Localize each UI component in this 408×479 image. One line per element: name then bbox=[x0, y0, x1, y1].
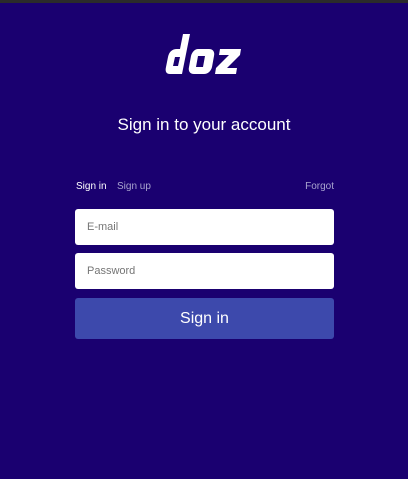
window-top-edge bbox=[0, 0, 408, 3]
password-field[interactable] bbox=[75, 253, 334, 289]
doz-logo-icon bbox=[165, 34, 241, 74]
page-heading: Sign in to your account bbox=[117, 115, 291, 134]
auth-tabs: Sign in Sign up Forgot bbox=[76, 181, 334, 195]
brand-logo bbox=[0, 34, 408, 84]
tab-sign-up[interactable]: Sign up bbox=[117, 181, 151, 193]
tab-sign-in[interactable]: Sign in bbox=[76, 181, 107, 193]
forgot-link[interactable]: Forgot bbox=[305, 181, 334, 193]
email-field[interactable] bbox=[75, 209, 334, 245]
sign-in-button[interactable]: Sign in bbox=[75, 298, 334, 339]
